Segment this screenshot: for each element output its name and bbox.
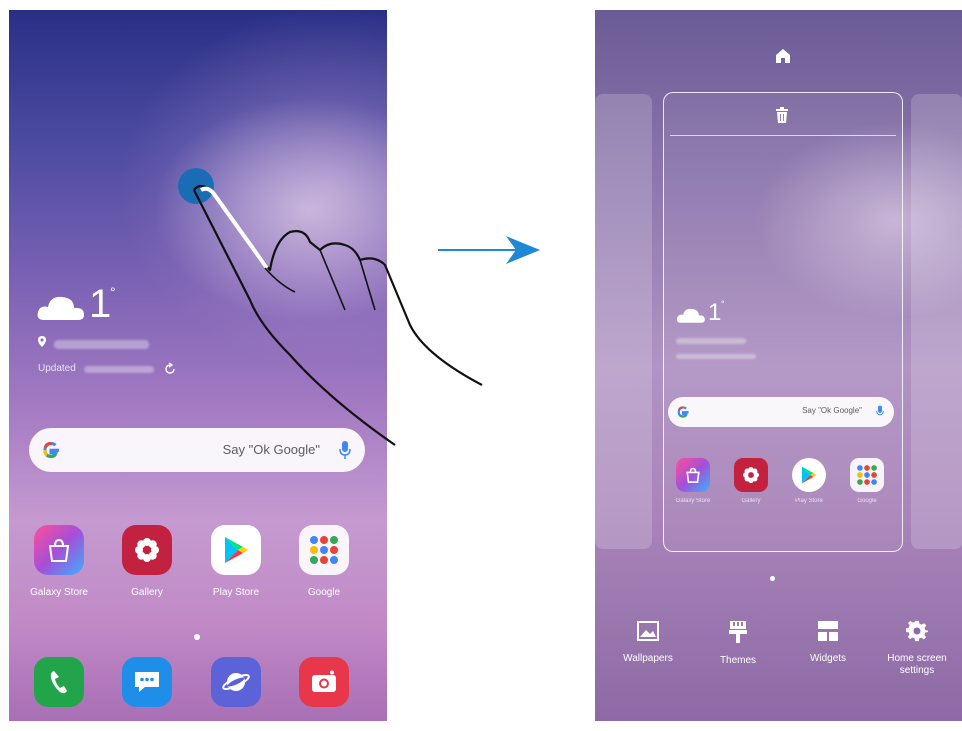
home-page-preview-card[interactable]: 1 ° Say "Ok Google" Galaxy Store Gallery…: [663, 92, 903, 552]
galaxy-store-icon: [676, 458, 710, 492]
updated-time-blurred: [84, 366, 154, 373]
weather-degree: °: [721, 299, 725, 309]
card-divider: [670, 135, 896, 136]
app-label-galaxy-store: Galaxy Store: [675, 498, 711, 504]
widgets-label: Widgets: [809, 653, 847, 664]
hand-gesture-illustration: [178, 168, 483, 446]
mic-icon: [876, 405, 884, 416]
themes-icon: [729, 621, 747, 643]
app-label-google: Google: [857, 498, 877, 504]
google-folder-icon: [850, 458, 884, 492]
weather-degree: °: [110, 284, 116, 300]
settings-icon: [906, 620, 929, 642]
app-label-play-store: Play Store: [212, 587, 260, 598]
app-label-gallery: Gallery: [131, 587, 163, 598]
galaxy-store-icon[interactable]: [34, 525, 84, 575]
cloud-icon: [676, 308, 705, 323]
weather-temperature: 1: [89, 282, 112, 326]
google-folder-icon[interactable]: [299, 525, 349, 575]
google-g-icon: [43, 441, 59, 459]
location-pin-icon: [38, 336, 46, 347]
themes-button[interactable]: Themes: [698, 620, 778, 667]
wallpapers-label: Wallpapers: [623, 653, 673, 664]
app-label-google: Google: [307, 587, 341, 598]
app-label-gallery: Gallery: [741, 498, 761, 504]
camera-icon[interactable]: [299, 657, 349, 707]
wallpapers-icon: [637, 621, 659, 641]
next-page-preview[interactable]: [911, 94, 962, 549]
app-label-play-store: Play Store: [795, 498, 823, 504]
play-store-icon[interactable]: [211, 525, 261, 575]
updated-text-blurred: [676, 354, 756, 359]
phone-icon[interactable]: [34, 657, 84, 707]
gallery-icon[interactable]: [122, 525, 172, 575]
arrow-right-icon: [438, 236, 540, 264]
cloud-icon: [37, 296, 84, 320]
widgets-button[interactable]: Widgets: [788, 620, 868, 665]
play-store-icon: [792, 458, 826, 492]
home-icon[interactable]: [775, 48, 791, 64]
location-text-blurred: [54, 340, 149, 349]
page-indicator-dot: [194, 634, 200, 640]
widgets-icon: [818, 621, 838, 641]
weather-updated-label: Updated: [38, 363, 76, 374]
trash-icon[interactable]: [775, 107, 789, 123]
home-screen-edit-mode: 1 ° Say "Ok Google" Galaxy Store Gallery…: [595, 10, 962, 721]
google-g-icon: [677, 406, 689, 418]
app-label-galaxy-store: Galaxy Store: [30, 587, 88, 598]
previous-page-preview[interactable]: [595, 94, 652, 549]
location-text-blurred: [676, 338, 746, 344]
gallery-icon: [734, 458, 768, 492]
page-indicator-dot: [770, 576, 775, 581]
home-screen-settings-button[interactable]: Home screen settings: [877, 620, 957, 677]
home-screen-settings-label: Home screen settings: [887, 653, 947, 676]
messages-icon[interactable]: [122, 657, 172, 707]
themes-label: Themes: [719, 655, 757, 666]
google-search-bar-preview: Say "Ok Google": [668, 397, 894, 427]
weather-temperature: 1: [708, 299, 722, 326]
search-placeholder: Say "Ok Google": [802, 406, 862, 415]
internet-icon[interactable]: [211, 657, 261, 707]
wallpapers-button[interactable]: Wallpapers: [608, 620, 688, 665]
